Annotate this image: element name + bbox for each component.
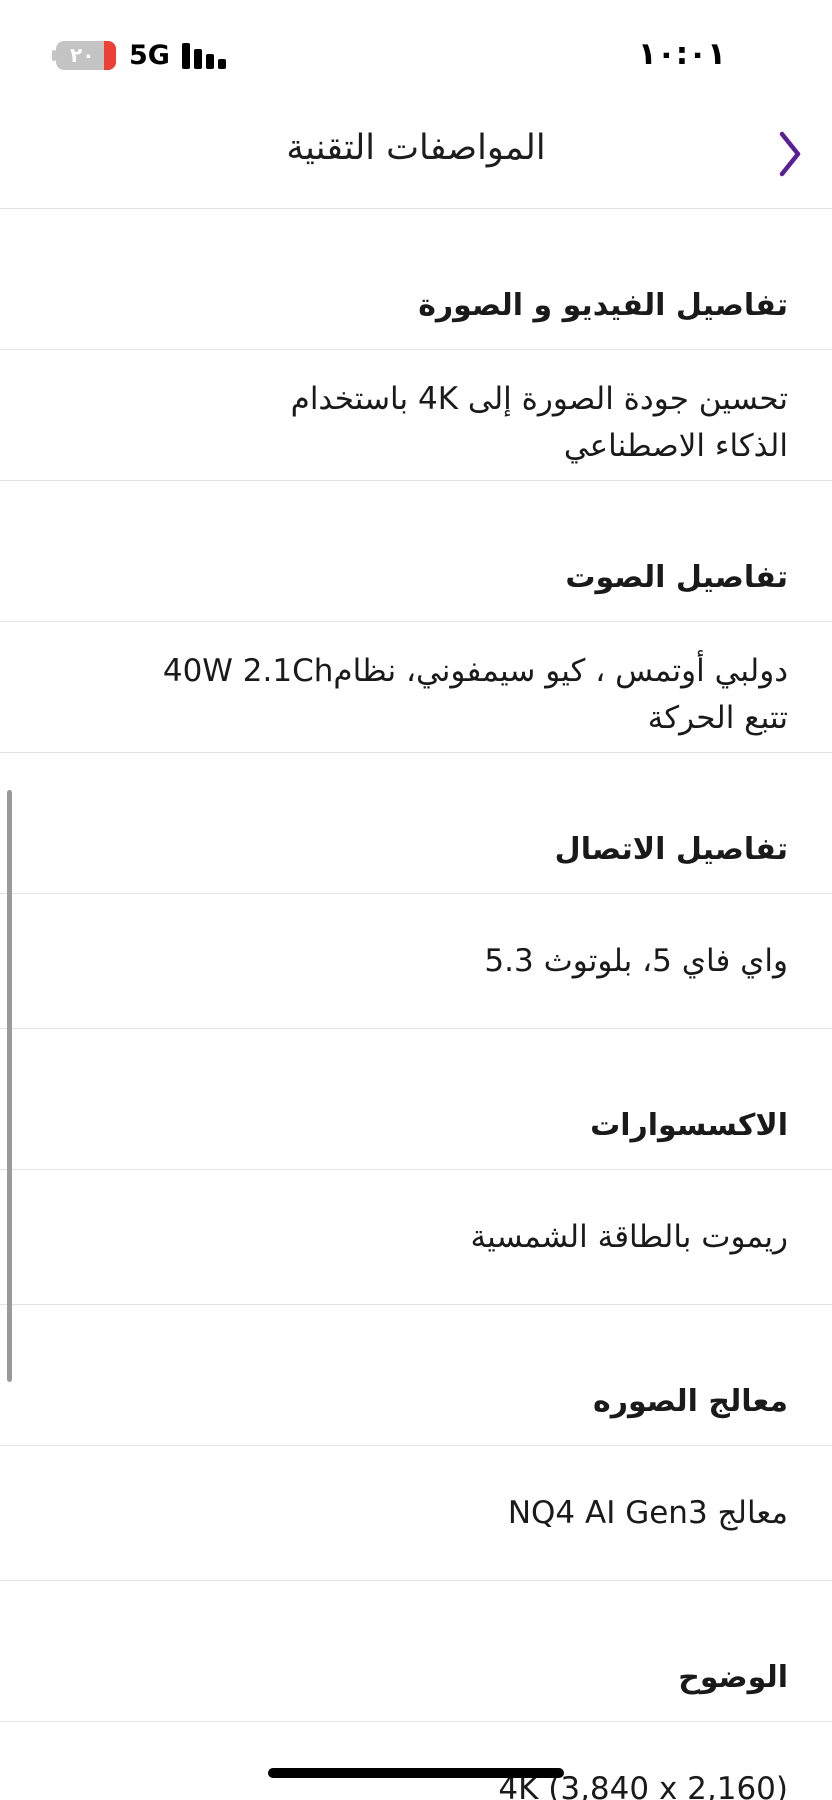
spec-value-resolution: 4K (3,840 x 2,160) [498, 1771, 788, 1800]
spec-section-header: تفاصيل الاتصال [0, 753, 832, 894]
spec-list: تفاصيل الفيديو و الصورة تحسين جودة الصور… [0, 209, 832, 1800]
spec-section-header: معالج الصوره [0, 1305, 832, 1446]
home-indicator[interactable] [268, 1768, 564, 1778]
status-bar: ٢٠ 5G ١٠:٠١ [0, 0, 832, 110]
spec-label-processor: معالج الصوره [593, 1384, 788, 1419]
chevron-right-icon [779, 131, 801, 177]
spec-section-header: تفاصيل الفيديو و الصورة [0, 209, 832, 350]
spec-section-header: تفاصيل الصوت [0, 481, 832, 622]
screen: ٢٠ 5G ١٠:٠١ المواصفات التقنية تفاصيل الف… [0, 0, 832, 1800]
spec-value-video: تحسين جودة الصورة إلى 4K باستخدام الذكاء… [0, 350, 832, 481]
battery-fill [104, 41, 116, 70]
spec-label-resolution: الوضوح [678, 1660, 788, 1695]
spec-label-audio: تفاصيل الصوت [565, 560, 788, 595]
spec-value-line: دولبي أوتمس ، كيو سيمفوني، نظام40W 2.1Ch [162, 653, 788, 689]
page-title: المواصفات التقنية [286, 128, 546, 168]
spec-value-line: تتبع الحركة [647, 700, 788, 736]
spec-value-line: الذكاء الاصطناعي [563, 428, 788, 464]
spec-label-video: تفاصيل الفيديو و الصورة [418, 288, 788, 323]
spec-section-header: الاكسسوارات [0, 1029, 832, 1170]
signal-bars-icon [182, 43, 226, 69]
page-header: المواصفات التقنية [0, 110, 832, 209]
spec-value-accessories: ريموت بالطاقة الشمسية [0, 1170, 832, 1305]
spec-value-processor: معالج NQ4 AI Gen3 [0, 1446, 832, 1581]
spec-label-connectivity: تفاصيل الاتصال [554, 832, 788, 867]
spec-value-line: تحسين جودة الصورة إلى 4K باستخدام [290, 381, 788, 417]
spec-value-connectivity: واي فاي 5، بلوتوث 5.3 [0, 894, 832, 1029]
back-button[interactable] [762, 118, 818, 182]
status-time: ١٠:٠١ [637, 36, 726, 72]
spec-value-audio: دولبي أوتمس ، كيو سيمفوني، نظام40W 2.1Ch… [0, 622, 832, 753]
spec-section-header: الوضوح [0, 1581, 832, 1722]
battery-label: ٢٠ [70, 43, 95, 67]
spec-label-accessories: الاكسسوارات [590, 1108, 788, 1143]
scrollbar[interactable] [7, 790, 12, 1382]
network-type: 5G [129, 40, 170, 71]
battery-icon: ٢٠ [56, 41, 116, 70]
